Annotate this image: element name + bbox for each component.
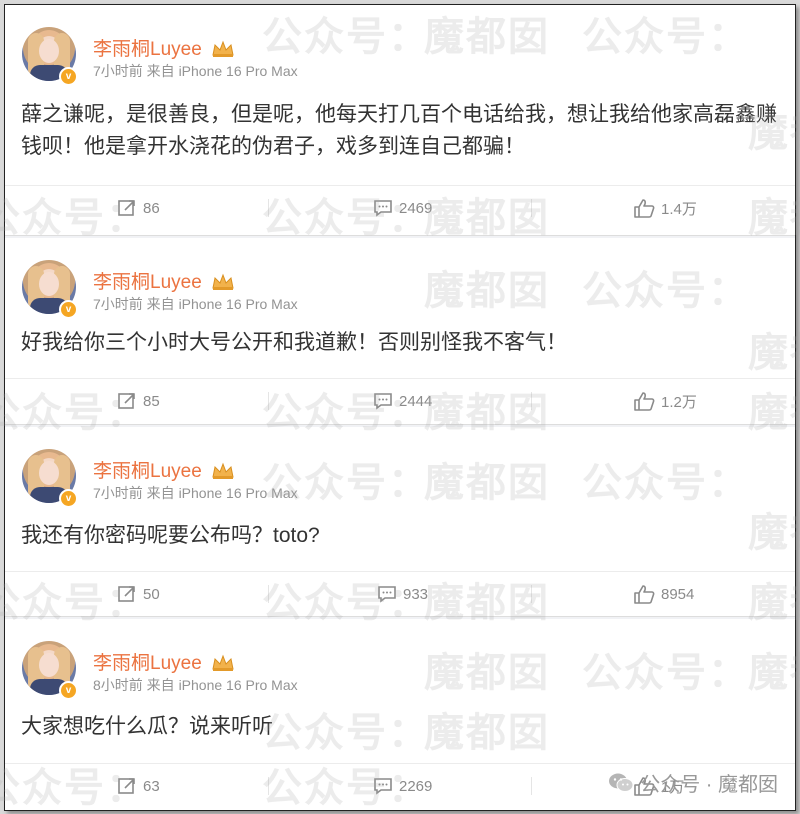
post-meta: 7小时前 来自 iPhone 16 Pro Max [93,296,298,312]
repost-count: 85 [143,392,160,410]
repost-count: 63 [143,777,160,795]
comment-count: 2269 [399,777,433,795]
post-username[interactable]: 李雨桐Luyee [93,34,235,64]
comment-button[interactable]: 933 [377,572,428,616]
username-text[interactable]: 李雨桐Luyee [93,653,202,674]
brand-stamp: 公众号 · 魔都囡 [608,768,778,797]
comment-count: 2469 [399,199,433,217]
comment-count: 2444 [399,392,433,410]
verified-icon: v [59,67,78,86]
comment-count: 933 [403,585,429,603]
brand-label: 公众号 · 魔都囡 [640,774,778,796]
like-count: 1.4万 [661,200,697,218]
like-button[interactable]: 1.4万 [633,186,697,230]
like-icon [634,199,655,218]
post-meta: 7小时前 来自 iPhone 16 Pro Max [93,63,298,79]
post-actions: 85 2444 1.2万 [5,378,795,423]
repost-icon [118,200,135,216]
comment-icon [378,586,396,603]
weibo-post: v 李雨桐Luyee 7小时前 来自 iPhone 16 Pro Max 好我给… [5,238,795,425]
comment-button[interactable]: 2269 [373,764,432,808]
repost-icon [118,778,135,794]
username-text[interactable]: 李雨桐Luyee [93,461,202,482]
wechat-icon [609,773,634,792]
like-count: 8954 [661,585,695,603]
post-actions: 86 2469 1.4万 [5,185,795,230]
post-actions: 50 933 8954 [5,571,795,616]
weibo-feed: v 李雨桐Luyee 7小时前 来自 iPhone 16 Pro Max 薛之谦… [4,4,796,811]
repost-button[interactable]: 50 [117,572,160,616]
like-icon [634,392,655,411]
repost-icon [118,393,135,409]
like-icon [634,585,655,604]
comment-button[interactable]: 2444 [373,379,432,423]
comment-icon [374,778,392,795]
post-content: 我还有你密码呢要公布吗？toto? [21,524,320,547]
username-text[interactable]: 李雨桐Luyee [93,39,202,60]
like-button[interactable]: 1.2万 [633,379,697,423]
repost-button[interactable]: 85 [117,379,160,423]
post-content: 好我给你三个小时大号公开和我道歉！否则别怪我不客气！ [21,331,567,354]
post-content: 大家想吃什么瓜？说来听听 [21,715,273,738]
username-text[interactable]: 李雨桐Luyee [93,272,202,293]
verified-icon: v [59,681,78,700]
post-content: 薛之谦呢，是很善良，但是呢，他每天打几百个电话给我，想让我给他家高磊鑫赚钱呗！他… [21,103,777,158]
post-username[interactable]: 李雨桐Luyee [93,267,235,297]
repost-count: 86 [143,199,160,217]
post-username[interactable]: 李雨桐Luyee [93,648,235,678]
repost-button[interactable]: 86 [117,186,160,230]
like-count: 1.2万 [661,393,697,411]
comment-button[interactable]: 2469 [373,186,432,230]
comment-icon [374,200,392,217]
post-meta: 7小时前 来自 iPhone 16 Pro Max [93,485,298,501]
repost-count: 50 [143,585,160,603]
post-meta: 8小时前 来自 iPhone 16 Pro Max [93,677,298,693]
repost-button[interactable]: 63 [117,764,160,808]
comment-icon [374,393,392,410]
weibo-post: v 李雨桐Luyee 7小时前 来自 iPhone 16 Pro Max 我还有… [5,427,795,617]
like-button[interactable]: 8954 [633,572,694,616]
verified-icon: v [59,300,78,319]
post-username[interactable]: 李雨桐Luyee [93,456,235,486]
repost-icon [118,586,135,602]
verified-icon: v [59,489,78,508]
weibo-post: v 李雨桐Luyee 7小时前 来自 iPhone 16 Pro Max 薛之谦… [5,5,795,236]
